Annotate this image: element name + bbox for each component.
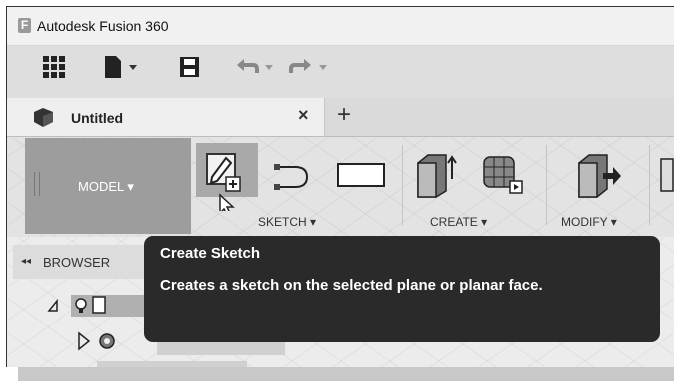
new-file-icon[interactable]: [105, 56, 141, 84]
app-window: F Autodesk Fusion 360 Untitled × + MODEL…: [6, 6, 674, 367]
tab-untitled[interactable]: Untitled ×: [7, 98, 325, 136]
new-tab-icon[interactable]: +: [337, 101, 351, 129]
browser-settings-node[interactable]: [77, 327, 147, 355]
browser-root-node[interactable]: [47, 291, 157, 319]
tooltip-title: Create Sketch: [160, 245, 261, 262]
ribbon-divider: [649, 145, 650, 225]
browser-label: BROWSER: [43, 255, 111, 270]
rectangle-icon[interactable]: [335, 161, 389, 191]
create-sketch-icon: [206, 153, 241, 211]
create-sketch-button[interactable]: [196, 143, 258, 211]
quick-access-toolbar: [7, 46, 674, 98]
extrude-icon[interactable]: [414, 151, 460, 199]
app-logo: F: [18, 18, 31, 33]
ribbon: MODEL ▾ SKETCH ▾ CREATE ▾ MODIFY ▾: [7, 137, 674, 237]
document-tab-bar: Untitled × +: [7, 98, 674, 137]
collapse-browser-icon[interactable]: ◂◂: [21, 256, 31, 267]
modify-group-label[interactable]: MODIFY ▾: [561, 215, 617, 229]
ribbon-divider: [546, 145, 547, 225]
close-tab-icon[interactable]: ×: [298, 105, 309, 126]
app-title: Autodesk Fusion 360: [37, 18, 169, 34]
document-tab-label: Untitled: [71, 110, 124, 126]
create-group-label[interactable]: CREATE ▾: [430, 215, 487, 229]
redo-icon[interactable]: [287, 56, 331, 84]
title-bar: F Autodesk Fusion 360: [7, 7, 674, 46]
grip-handle-icon: [34, 172, 40, 196]
sketch-group-label[interactable]: SKETCH ▾: [258, 215, 316, 229]
box-pattern-icon[interactable]: [478, 151, 528, 199]
workspace-label: MODEL ▾: [78, 179, 134, 194]
workspace-switcher[interactable]: MODEL ▾: [25, 138, 191, 234]
window-shadow: [18, 366, 674, 381]
assemble-icon[interactable]: [657, 155, 674, 195]
line-arc-icon[interactable]: [273, 155, 325, 195]
undo-icon[interactable]: [235, 56, 277, 84]
create-sketch-tooltip: Create Sketch Creates a sketch on the se…: [144, 236, 660, 342]
component-icon: [34, 108, 53, 127]
press-pull-icon[interactable]: [573, 151, 623, 199]
save-icon[interactable]: [179, 56, 201, 84]
tooltip-body: Creates a sketch on the selected plane o…: [160, 277, 543, 294]
ribbon-divider: [402, 145, 403, 225]
grid-icon[interactable]: [43, 56, 65, 84]
browser-node-label-bg: [97, 361, 247, 367]
